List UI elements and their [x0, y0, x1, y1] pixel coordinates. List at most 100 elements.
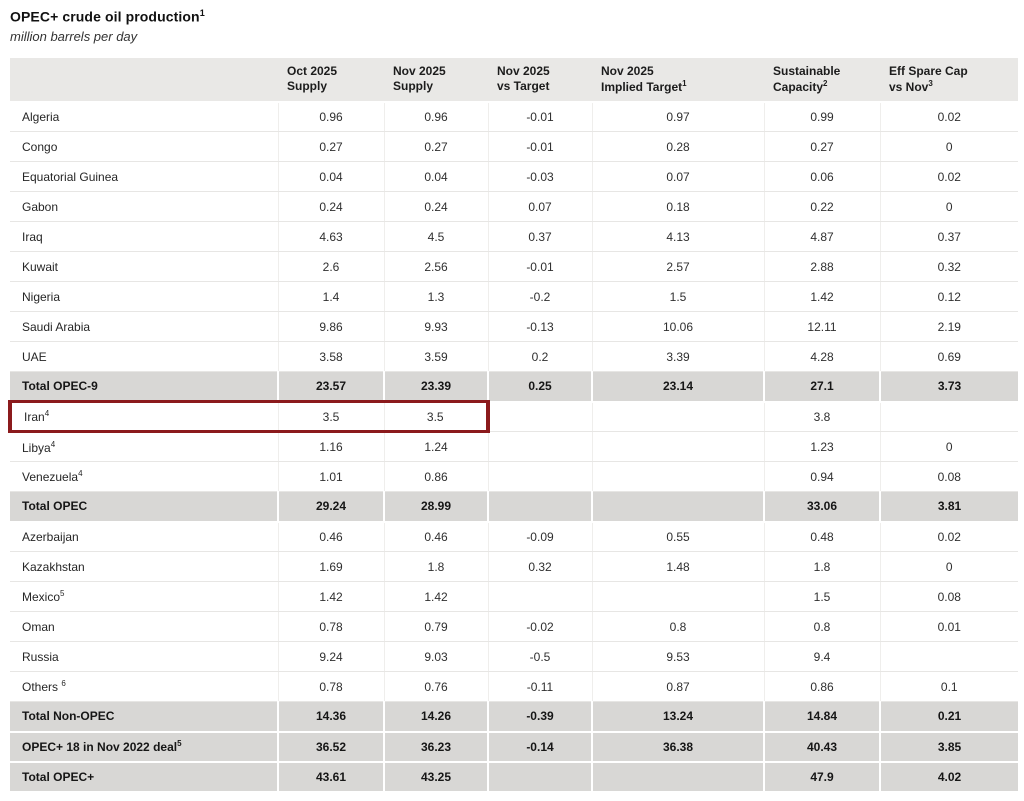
cell-value: 4.02 [880, 762, 1018, 792]
cell-value: -0.14 [488, 732, 592, 762]
page-title-footnote-marker: 1 [200, 8, 205, 18]
cell-value: 43.25 [384, 762, 488, 792]
cell-value: -0.2 [488, 282, 592, 312]
table-row: Libya41.161.241.230 [10, 432, 1018, 462]
column-header-empty [10, 58, 278, 102]
page-title-text: OPEC+ crude oil production [10, 9, 200, 25]
cell-value [592, 462, 764, 492]
cell-value: 0.32 [880, 252, 1018, 282]
cell-value: 0.24 [278, 192, 384, 222]
cell-value: 0.99 [764, 102, 880, 132]
cell-value: 3.58 [278, 342, 384, 372]
cell-value: 0 [880, 132, 1018, 162]
table-row: Algeria0.960.96-0.010.970.990.02 [10, 102, 1018, 132]
table-row: Total OPEC+43.6143.2547.94.02 [10, 762, 1018, 792]
cell-value: 0.02 [880, 162, 1018, 192]
row-label: Oman [10, 612, 278, 642]
opec-production-page: OPEC+ crude oil production1 million barr… [0, 0, 1024, 801]
table-header: Oct 2025SupplyNov 2025SupplyNov 2025vs T… [10, 58, 1018, 102]
cell-value: 14.26 [384, 702, 488, 732]
cell-value: 1.4 [278, 282, 384, 312]
cell-value: 9.24 [278, 642, 384, 672]
cell-value: -0.11 [488, 672, 592, 702]
cell-value: 0.46 [384, 522, 488, 552]
cell-value: 0.27 [384, 132, 488, 162]
row-label: Algeria [10, 102, 278, 132]
table-header-row: Oct 2025SupplyNov 2025SupplyNov 2025vs T… [10, 58, 1018, 102]
cell-value: 2.6 [278, 252, 384, 282]
table-row: Total OPEC-923.5723.390.2523.1427.13.73 [10, 372, 1018, 402]
cell-value: 36.52 [278, 732, 384, 762]
cell-value [592, 762, 764, 792]
cell-value: 4.5 [384, 222, 488, 252]
cell-value: 0.46 [278, 522, 384, 552]
cell-value: 2.56 [384, 252, 488, 282]
cell-value: 3.5 [384, 402, 488, 432]
cell-value [592, 492, 764, 522]
cell-value: 0.8 [592, 612, 764, 642]
cell-value: 0.96 [384, 102, 488, 132]
cell-value: 0.48 [764, 522, 880, 552]
cell-value [488, 402, 592, 432]
cell-value: -0.5 [488, 642, 592, 672]
cell-value [488, 582, 592, 612]
cell-value: 3.39 [592, 342, 764, 372]
cell-value: 3.5 [278, 402, 384, 432]
row-label: Total OPEC [10, 492, 278, 522]
cell-value: 0.12 [880, 282, 1018, 312]
table-row: Iraq4.634.50.374.134.870.37 [10, 222, 1018, 252]
cell-value: 0.37 [880, 222, 1018, 252]
cell-value: 9.93 [384, 312, 488, 342]
table-row: Mexico51.421.421.50.08 [10, 582, 1018, 612]
table-row: Russia9.249.03-0.59.539.4 [10, 642, 1018, 672]
row-label: Nigeria [10, 282, 278, 312]
row-label: Iran4 [10, 402, 278, 432]
cell-value: 0.79 [384, 612, 488, 642]
cell-value: 2.19 [880, 312, 1018, 342]
cell-value: 47.9 [764, 762, 880, 792]
cell-value: 9.4 [764, 642, 880, 672]
row-label: Venezuela4 [10, 462, 278, 492]
cell-value: 12.11 [764, 312, 880, 342]
cell-value: 0.27 [278, 132, 384, 162]
row-footnote-marker: 4 [51, 440, 55, 449]
cell-value: 13.24 [592, 702, 764, 732]
row-label: Total OPEC-9 [10, 372, 278, 402]
title-block: OPEC+ crude oil production1 million barr… [0, 0, 1024, 44]
cell-value [488, 462, 592, 492]
cell-value: 0.87 [592, 672, 764, 702]
cell-value: 0.69 [880, 342, 1018, 372]
header-footnote-marker: 2 [823, 79, 827, 88]
cell-value: 4.63 [278, 222, 384, 252]
cell-value: 0.01 [880, 612, 1018, 642]
cell-value: 0.37 [488, 222, 592, 252]
header-footnote-marker: 1 [682, 79, 686, 88]
cell-value: 3.73 [880, 372, 1018, 402]
table-row: Nigeria1.41.3-0.21.51.420.12 [10, 282, 1018, 312]
cell-value: 0.27 [764, 132, 880, 162]
cell-value: 9.03 [384, 642, 488, 672]
cell-value: 3.81 [880, 492, 1018, 522]
cell-value: 29.24 [278, 492, 384, 522]
cell-value: 0.08 [880, 582, 1018, 612]
cell-value: 0.86 [384, 462, 488, 492]
cell-value: -0.03 [488, 162, 592, 192]
cell-value: 0.21 [880, 702, 1018, 732]
cell-value: 27.1 [764, 372, 880, 402]
table-row: OPEC+ 18 in Nov 2022 deal536.5236.23-0.1… [10, 732, 1018, 762]
cell-value [488, 432, 592, 462]
row-label: Iraq [10, 222, 278, 252]
cell-value: 0.24 [384, 192, 488, 222]
cell-value: -0.09 [488, 522, 592, 552]
table-row: Total Non-OPEC14.3614.26-0.3913.2414.840… [10, 702, 1018, 732]
column-header: Oct 2025Supply [278, 58, 384, 102]
opec-production-table: Oct 2025SupplyNov 2025SupplyNov 2025vs T… [8, 58, 1018, 793]
cell-value: 0.55 [592, 522, 764, 552]
cell-value: 36.23 [384, 732, 488, 762]
cell-value: 2.88 [764, 252, 880, 282]
cell-value: 0.2 [488, 342, 592, 372]
table-row: Kuwait2.62.56-0.012.572.880.32 [10, 252, 1018, 282]
cell-value: 0 [880, 432, 1018, 462]
cell-value: 0.18 [592, 192, 764, 222]
cell-value: 0.76 [384, 672, 488, 702]
